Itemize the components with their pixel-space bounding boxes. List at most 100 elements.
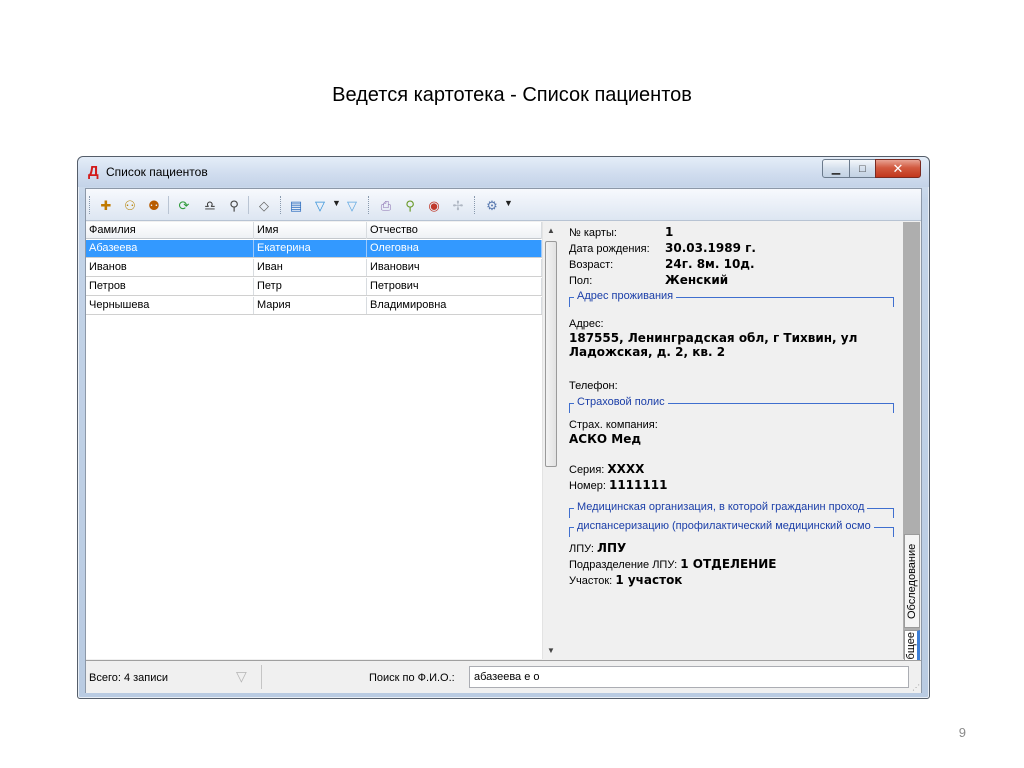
print-button[interactable]: ⎙: [376, 195, 396, 215]
eraser-button[interactable]: ◇: [254, 195, 274, 215]
cell-name: Иван: [254, 259, 367, 276]
filter-clear-button[interactable]: ▽: [342, 195, 362, 215]
records-total: Всего: 4 записи: [89, 672, 169, 684]
print-icon: ⎙: [380, 197, 392, 213]
window-client: ✚ ⚇ ⚉ ⟳ ♎ ⚲ ◇ ▤ ▽ ▼ ▽ ⎙ ⚲ ◉ ✢ ⚙ ▼ Фамили…: [85, 188, 922, 693]
pin-button[interactable]: ✢: [448, 195, 468, 215]
slide-title: Ведется картотека - Список пациентов: [332, 84, 692, 106]
page-number: 9: [958, 725, 966, 740]
find-next-button[interactable]: ⚲: [224, 195, 244, 215]
policy-series: Серия: XXXX: [569, 462, 644, 476]
phone-label: Телефон:: [569, 380, 618, 392]
series-value: XXXX: [607, 462, 645, 476]
refresh-icon: ⟳: [178, 197, 190, 213]
birth-date: Дата рождения: 30.03.1989 г.: [569, 241, 756, 255]
toolbar-grip[interactable]: [280, 196, 283, 214]
pin-icon: ✢: [452, 197, 464, 213]
user-search-button[interactable]: ⚲: [400, 195, 420, 215]
patient-list-app-icon: Д: [88, 163, 99, 180]
birth-date-label: Дата рождения:: [569, 243, 650, 255]
med-org-group-title: Медицинская организация, в которой гражд…: [574, 501, 868, 513]
address-label: Адрес:: [569, 318, 604, 330]
globe-button[interactable]: ◉: [424, 195, 444, 215]
cell-patronymic: Иванович: [367, 259, 542, 276]
cell-patronymic: Петрович: [367, 278, 542, 295]
series-label: Серия:: [569, 464, 605, 476]
search-label: Поиск по Ф.И.О.:: [369, 672, 455, 684]
residence-group-title: Адрес проживания: [574, 290, 677, 302]
minimize-button[interactable]: ▁: [822, 159, 850, 178]
maximize-button[interactable]: □: [849, 159, 876, 178]
status-bar: Всего: 4 записи ▽ Поиск по Ф.И.О.: ⋰: [86, 660, 921, 693]
column-header-patronymic[interactable]: Отчество: [367, 222, 542, 239]
find-icon: ♎: [204, 197, 216, 213]
filter-button[interactable]: ▽: [310, 195, 330, 215]
cell-name: Петр: [254, 278, 367, 295]
tab-examination[interactable]: Обследование: [904, 534, 920, 628]
window-titlebar[interactable]: Д Список пациентов ▁ □ ✕: [78, 157, 929, 187]
filter-status-icon[interactable]: ▽: [236, 668, 247, 685]
sex-label: Пол:: [569, 275, 593, 287]
filter-dropdown-arrow[interactable]: ▼: [332, 198, 341, 208]
close-button[interactable]: ✕: [875, 159, 921, 178]
add-patient-button[interactable]: ✚: [96, 195, 116, 215]
scroll-down-arrow-icon[interactable]: ▼: [543, 642, 559, 659]
eraser-icon: ◇: [259, 197, 269, 213]
edit-patient-button[interactable]: ⚇: [120, 195, 140, 215]
scroll-up-arrow-icon[interactable]: ▲: [543, 222, 559, 239]
insurer-label: Страх. компания:: [569, 419, 658, 431]
cell-surname: Чернышева: [86, 297, 254, 314]
cell-patronymic: Олеговна: [367, 240, 542, 257]
refresh-button[interactable]: ⟳: [174, 195, 194, 215]
column-header-name[interactable]: Имя: [254, 222, 367, 239]
table-row[interactable]: Петров Петр Петрович: [86, 278, 542, 296]
card-number-value: 1: [665, 225, 674, 239]
cell-name: Мария: [254, 297, 367, 314]
grid-vertical-scrollbar[interactable]: ▲ ▼: [542, 222, 559, 659]
table-row[interactable]: Иванов Иван Иванович: [86, 259, 542, 277]
age: Возраст: 24г. 8м. 10д.: [569, 257, 755, 271]
settings-dropdown-arrow[interactable]: ▼: [504, 198, 513, 208]
column-header-surname[interactable]: Фамилия: [86, 222, 254, 239]
birth-date-value: 30.03.1989 г.: [665, 241, 756, 255]
lpu: ЛПУ: ЛПУ: [569, 541, 626, 555]
policy-group: Страховой полис: [569, 396, 894, 413]
lpu-label: ЛПУ:: [569, 543, 594, 555]
district-label: Участок:: [569, 575, 613, 587]
insurer-value: АСКО Мед: [569, 432, 642, 446]
close-icon: ✕: [892, 160, 904, 176]
cell-patronymic: Владимировна: [367, 297, 542, 314]
table-row[interactable]: Чернышева Мария Владимировна: [86, 297, 542, 315]
sex: Пол: Женский: [569, 273, 728, 287]
subdivision-value: 1 ОТДЕЛЕНИЕ: [680, 557, 777, 571]
settings-button[interactable]: ⚙: [482, 195, 502, 215]
columns-button[interactable]: ▤: [286, 195, 306, 215]
card-number-label: № карты:: [569, 227, 617, 239]
med-org-group: Медицинская организация, в которой гражд…: [569, 501, 894, 518]
cell-surname: Иванов: [86, 259, 254, 276]
status-separator: [261, 665, 262, 689]
patient-grid: Фамилия Имя Отчество Абазеева Екатерина …: [86, 222, 559, 659]
toolbar-grip[interactable]: [474, 196, 477, 214]
toolbar-grip[interactable]: [89, 196, 92, 214]
address-line-1: 187555, Ленинградская обл, г Тихвин, ул: [569, 331, 858, 345]
fio-search-input[interactable]: [469, 666, 909, 688]
cell-surname: Абазеева: [86, 240, 254, 257]
resize-grip-icon[interactable]: ⋰: [912, 683, 920, 692]
scroll-thumb[interactable]: [545, 241, 557, 467]
residence-group: Адрес проживания: [569, 290, 894, 307]
toolbar-grip[interactable]: [368, 196, 371, 214]
globe-icon: ◉: [428, 197, 440, 213]
filter-clear-icon: ▽: [347, 197, 357, 213]
delete-patient-button[interactable]: ⚉: [144, 195, 164, 215]
patient-details-panel: № карты: 1 Дата рождения: 30.03.1989 г. Во…: [560, 222, 902, 659]
delete-patient-icon: ⚉: [148, 197, 160, 213]
find-button[interactable]: ♎: [200, 195, 220, 215]
policy-number: Номер: 1111111: [569, 478, 667, 492]
subdivision-label: Подразделение ЛПУ:: [569, 559, 678, 571]
number-label: Номер:: [569, 480, 606, 492]
columns-icon: ▤: [289, 197, 303, 213]
filter-icon: ▽: [315, 197, 325, 213]
card-number: № карты: 1: [569, 225, 673, 239]
table-row[interactable]: Абазеева Екатерина Олеговна: [86, 240, 542, 258]
